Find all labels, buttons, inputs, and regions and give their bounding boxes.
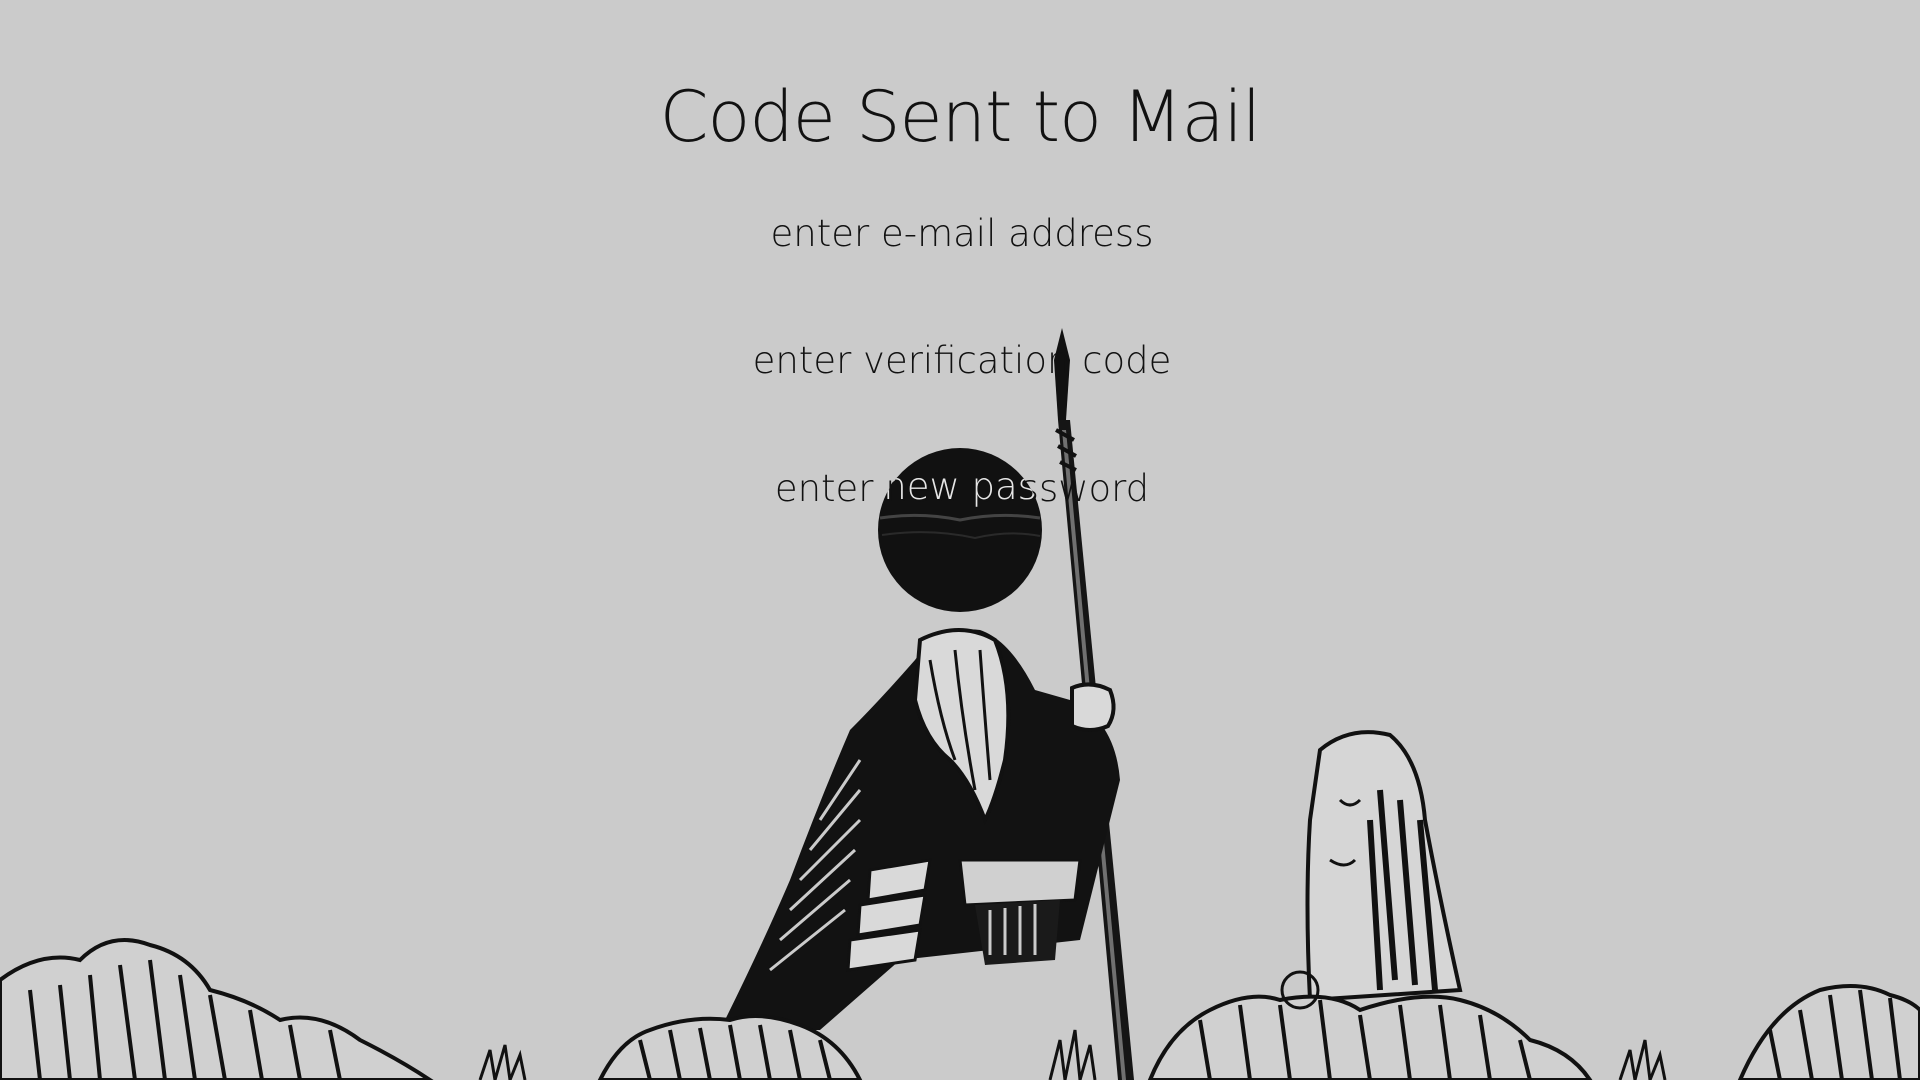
email-field[interactable] bbox=[660, 202, 1264, 264]
new-password-field[interactable] bbox=[660, 457, 1264, 519]
verification-code-field[interactable] bbox=[660, 329, 1264, 391]
page: Code Sent to Mail enter new password bbox=[0, 0, 1920, 1080]
cloaked-figure-icon bbox=[720, 628, 1120, 1030]
standing-stone-icon bbox=[1305, 730, 1463, 1003]
background-illustration bbox=[0, 328, 1920, 1080]
rocky-ground-icon bbox=[0, 938, 1920, 1080]
